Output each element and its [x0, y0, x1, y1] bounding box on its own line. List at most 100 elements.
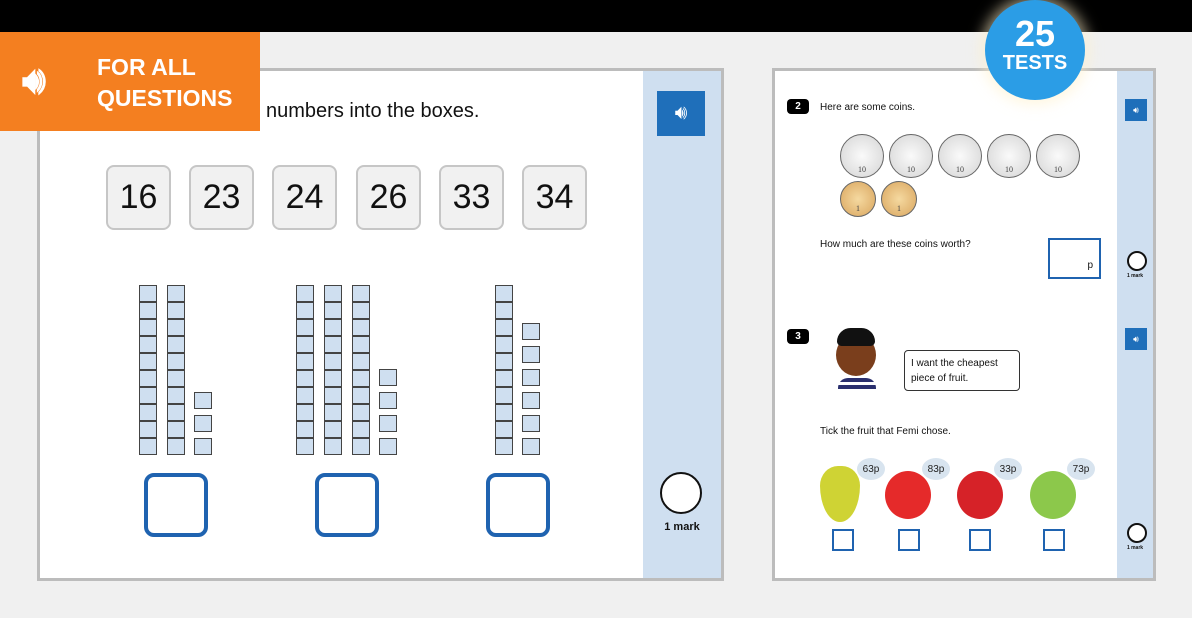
tens-rod-cube [324, 336, 342, 353]
ones-cube [522, 323, 540, 340]
coin: 10 [840, 134, 884, 178]
tens-rod-cube [139, 421, 157, 438]
ones-cube [379, 369, 397, 386]
coin-value: 10 [956, 165, 964, 174]
tens-rod-cube [324, 302, 342, 319]
badge-number: 25 [1014, 13, 1056, 54]
coin: 10 [889, 134, 933, 178]
tens-rod-cube [296, 285, 314, 302]
answer-box[interactable] [144, 473, 208, 537]
number-tile[interactable]: 26 [356, 165, 421, 230]
answer-box[interactable] [486, 473, 550, 537]
number-tile[interactable]: 24 [272, 165, 337, 230]
tens-rod-cube [296, 302, 314, 319]
child-avatar [830, 326, 882, 394]
tick-box[interactable] [969, 529, 991, 551]
number-tile[interactable]: 16 [106, 165, 171, 230]
price-bubble: 33p [994, 458, 1022, 480]
tens-rod-cube [324, 387, 342, 404]
ones-cube [379, 392, 397, 409]
fruit-green-apple [1030, 471, 1076, 519]
tens-rod-cube [167, 438, 185, 455]
tens-rod-cube [324, 370, 342, 387]
tens-rod-cube [495, 336, 513, 353]
tens-rod-cube [139, 336, 157, 353]
q2-text: Here are some coins. [820, 102, 916, 113]
tens-rod-cube [495, 370, 513, 387]
tens-rod-cube [167, 404, 185, 421]
price-bubble: 73p [1067, 458, 1095, 480]
tens-rod-cube [296, 387, 314, 404]
tens-rod-cube [296, 421, 314, 438]
mark-label: 1 mark [1126, 273, 1144, 279]
tens-rod-cube [352, 319, 370, 336]
banner-line2: QUESTIONS [97, 85, 233, 111]
coin-value: 1 [856, 204, 860, 213]
tens-rod-cube [139, 438, 157, 455]
tests-badge: 25 TESTS [985, 0, 1085, 100]
tens-rod-cube [495, 404, 513, 421]
tens-rod-cube [296, 353, 314, 370]
coin: 10 [938, 134, 982, 178]
coin-value: 10 [1005, 165, 1013, 174]
banner-line1: FOR ALL [97, 54, 196, 80]
number-tile[interactable]: 23 [189, 165, 254, 230]
tens-rod-cube [296, 370, 314, 387]
tens-rod-cube [352, 336, 370, 353]
tick-box[interactable] [1043, 529, 1065, 551]
question-panel-right: 🔊︎ 1 mark 🔊︎ 1 mark 2 Here are some coin… [772, 68, 1156, 581]
tens-rod-cube [324, 319, 342, 336]
coin-value: 10 [1054, 165, 1062, 174]
tens-rod-cube [495, 285, 513, 302]
number-tile[interactable]: 33 [439, 165, 504, 230]
fruit-pear [820, 466, 860, 522]
ones-cube [194, 415, 212, 432]
tens-rod-cube [167, 336, 185, 353]
ones-cube [522, 346, 540, 363]
audio-banner: 🔊︎ FOR ALL QUESTIONS [0, 32, 260, 131]
ones-cube [194, 438, 212, 455]
ones-cube [194, 392, 212, 409]
tens-rod-cube [167, 302, 185, 319]
tens-rod-cube [167, 285, 185, 302]
fruit-red-apple [957, 471, 1003, 519]
ones-cube [522, 438, 540, 455]
tens-rod-cube [167, 353, 185, 370]
mark-circle [1127, 251, 1147, 271]
tick-box[interactable] [832, 529, 854, 551]
tens-rod-cube [167, 421, 185, 438]
tens-rod-cube [167, 319, 185, 336]
mark-circle [1127, 523, 1147, 543]
price-bubble: 83p [922, 458, 950, 480]
unit-label: p [1087, 260, 1093, 271]
answer-box[interactable]: p [1048, 238, 1101, 279]
tens-rod-cube [139, 302, 157, 319]
tens-rod-cube [495, 387, 513, 404]
tens-rod-cube [324, 421, 342, 438]
number-tile[interactable]: 34 [522, 165, 587, 230]
tens-rod-cube [296, 319, 314, 336]
tick-box[interactable] [898, 529, 920, 551]
question-number: 3 [787, 329, 809, 344]
tens-rod-cube [352, 353, 370, 370]
panel-sidebar [1117, 71, 1153, 578]
ones-cube [522, 415, 540, 432]
tens-rod-cube [139, 370, 157, 387]
speaker-button-q2[interactable]: 🔊︎ [1125, 99, 1147, 121]
coin: 1 [881, 181, 917, 217]
tens-rod-cube [296, 404, 314, 421]
question-prompt: numbers into the boxes. [266, 100, 480, 122]
tens-rod-cube [139, 319, 157, 336]
speaker-icon: 🔊︎ [1133, 104, 1139, 115]
tens-rod-cube [495, 438, 513, 455]
tens-rod-cube [352, 438, 370, 455]
tens-rod-cube [495, 353, 513, 370]
answer-box[interactable] [315, 473, 379, 537]
question-number: 2 [787, 99, 809, 114]
coin-value: 10 [907, 165, 915, 174]
speaker-button[interactable]: 🔊︎ [657, 91, 705, 136]
speech-bubble: I want the cheapest piece of fruit. [904, 350, 1020, 391]
speaker-button-q3[interactable]: 🔊︎ [1125, 328, 1147, 350]
tens-rod-cube [352, 370, 370, 387]
tens-rod-cube [296, 438, 314, 455]
